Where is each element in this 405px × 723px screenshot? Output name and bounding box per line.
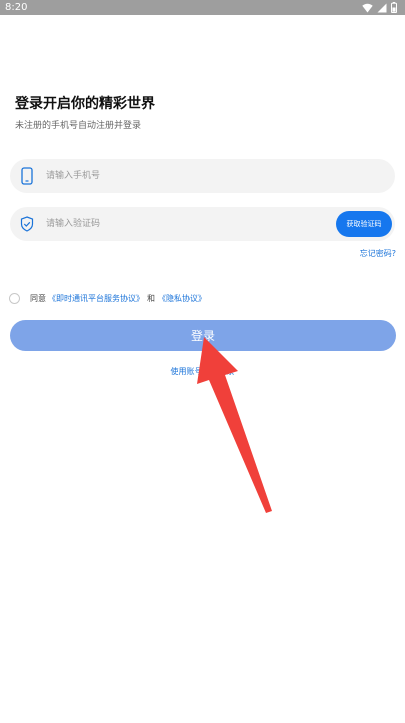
code-input[interactable] (46, 214, 326, 234)
status-icons (362, 2, 397, 13)
phone-icon (18, 167, 36, 185)
page-title: 登录开启你的精彩世界 (15, 96, 155, 112)
password-login-link[interactable]: 使用账号密码登录 (0, 366, 405, 377)
status-time: 8:20 (5, 2, 28, 13)
agreement-row: 同意 《即时通讯平台服务协议》 和 《隐私协议》 (9, 293, 206, 304)
login-button[interactable]: 登录 (10, 320, 396, 351)
agree-and-text: 和 (147, 294, 155, 303)
signal-icon (377, 3, 387, 12)
phone-field[interactable] (10, 159, 395, 193)
phone-input[interactable] (46, 166, 326, 186)
battery-icon (391, 2, 397, 13)
page-subtitle: 未注册的手机号自动注册并登录 (15, 121, 142, 131)
shield-check-icon (18, 215, 36, 233)
login-screen: 8:20 登录开启你的精彩世界 未注册的手机号自动注册并登录 请输入手机号 请输… (0, 0, 405, 723)
agree-checkbox[interactable] (9, 293, 20, 304)
service-agreement-link[interactable]: 《即时通讯平台服务协议》 (48, 293, 144, 304)
privacy-agreement-link[interactable]: 《隐私协议》 (158, 293, 206, 304)
agree-prefix: 同意 (30, 294, 46, 303)
get-code-button[interactable]: 获取验证码 (336, 211, 392, 237)
status-bar: 8:20 (0, 0, 405, 15)
wifi-icon (362, 3, 373, 13)
forgot-password-link[interactable]: 忘记密码? (360, 248, 396, 259)
code-field[interactable]: 获取验证码 (10, 207, 395, 241)
